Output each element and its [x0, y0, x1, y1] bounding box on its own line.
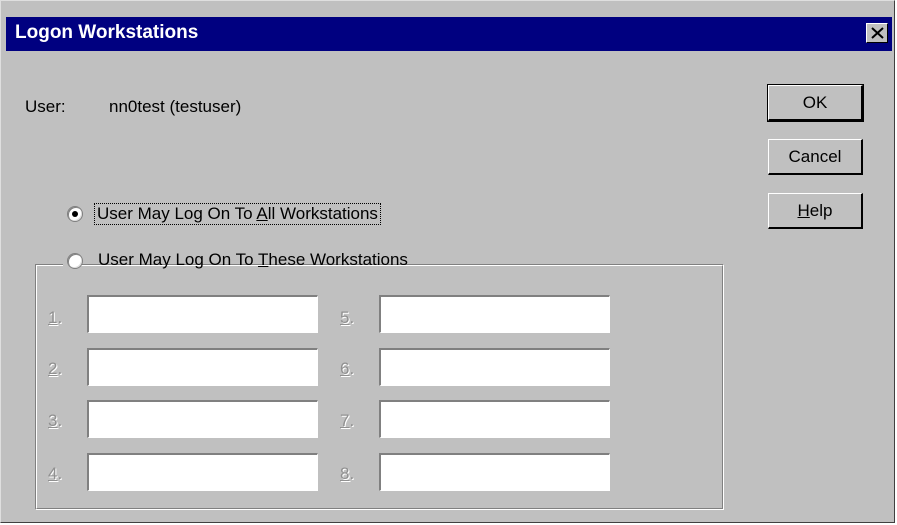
- help-label-rest: elp: [809, 201, 833, 220]
- title-bar[interactable]: Logon Workstations: [6, 17, 892, 51]
- help-accel: H: [797, 201, 810, 220]
- workstation-field-7[interactable]: [379, 400, 610, 438]
- logon-workstations-dialog: Logon Workstations User: nn0test (testus…: [0, 0, 895, 523]
- user-label: User:: [25, 97, 66, 116]
- workstation-number-6: 6.: [340, 359, 355, 378]
- workstation-field-5[interactable]: [379, 295, 610, 333]
- workstation-number-4: 4.: [48, 464, 63, 483]
- workstation-number-3: 3.: [48, 411, 63, 430]
- help-button[interactable]: Help: [768, 193, 863, 229]
- close-icon: [871, 27, 884, 39]
- workstation-number-1: 1.: [48, 308, 63, 327]
- cancel-button[interactable]: Cancel: [768, 139, 863, 175]
- workstation-field-6[interactable]: [379, 348, 610, 386]
- ok-button[interactable]: OK: [767, 84, 864, 122]
- workstation-field-3[interactable]: [87, 400, 318, 438]
- option-these-workstations-label[interactable]: User May Log On To These Workstations: [98, 250, 408, 270]
- radio-selected-dot: [72, 211, 78, 217]
- workstation-field-2[interactable]: [87, 348, 318, 386]
- workstation-number-7: 7.: [340, 411, 355, 430]
- user-value: nn0test (testuser): [109, 97, 242, 116]
- radio-these-workstations[interactable]: [67, 253, 83, 269]
- workstation-number-2: 2.: [48, 359, 63, 378]
- radio-all-workstations[interactable]: [67, 206, 83, 222]
- workstation-number-8: 8.: [340, 464, 355, 483]
- option-all-workstations-label[interactable]: User May Log On To All Workstations: [94, 203, 381, 225]
- workstation-field-4[interactable]: [87, 453, 318, 491]
- window-title: Logon Workstations: [15, 22, 199, 43]
- workstation-field-8[interactable]: [379, 453, 610, 491]
- close-button[interactable]: [866, 23, 888, 43]
- workstation-number-5: 5.: [340, 308, 355, 327]
- workstation-field-1[interactable]: [87, 295, 318, 333]
